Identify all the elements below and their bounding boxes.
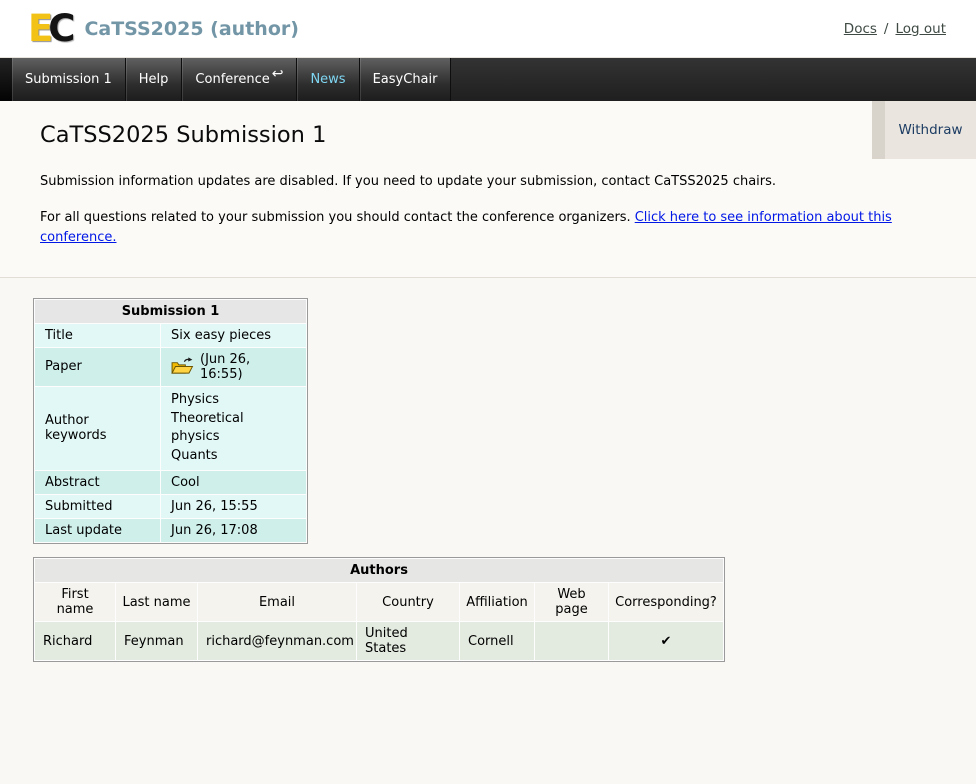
withdraw-link[interactable]: Withdraw <box>898 122 962 138</box>
table-row: Paper (Jun 26, 16:55) <box>35 348 306 386</box>
row-label-last-update: Last update <box>35 519 160 542</box>
row-value-paper: (Jun 26, 16:55) <box>161 348 306 386</box>
withdraw-tab-panel: Withdraw <box>885 101 976 159</box>
docs-link[interactable]: Docs <box>844 21 877 37</box>
table-row: Last update Jun 26, 17:08 <box>35 519 306 542</box>
nav-lead-spacer <box>0 58 12 101</box>
app-header: EC CaTSS2025 (author) Docs / Log out <box>0 0 976 58</box>
open-folder-download-icon[interactable] <box>171 357 194 376</box>
author-last-name: Feynman <box>116 622 197 660</box>
row-value-last-update: Jun 26, 17:08 <box>161 519 306 542</box>
logout-link[interactable]: Log out <box>895 21 946 37</box>
nav-item-help[interactable]: Help <box>126 58 183 101</box>
easychair-logo-icon: EC <box>28 10 70 47</box>
author-email: richard@feynman.com <box>198 622 356 660</box>
row-label-submitted: Submitted <box>35 495 160 518</box>
table-row: Authors <box>35 559 723 582</box>
contact-text: For all questions related to your submis… <box>40 210 631 225</box>
row-value-abstract: Cool <box>161 471 306 494</box>
table-row: Submitted Jun 26, 15:55 <box>35 495 306 518</box>
authors-header-row: First name Last name Email Country Affil… <box>35 583 723 621</box>
conference-role-title: CaTSS2025 (author) <box>84 18 298 40</box>
author-web-page <box>535 622 608 660</box>
table-row: Author keywords Physics Theoretical phys… <box>35 387 306 470</box>
col-corresponding: Corresponding? <box>609 583 723 621</box>
row-value-submitted: Jun 26, 15:55 <box>161 495 306 518</box>
keyword: Theoretical physics <box>171 410 296 448</box>
authors-table-title: Authors <box>35 559 723 582</box>
col-web-page: Web page <box>535 583 608 621</box>
author-country: United States <box>357 622 459 660</box>
authors-table: Authors First name Last name Email Count… <box>33 557 725 662</box>
submission-table: Submission 1 Title Six easy pieces Paper <box>33 298 308 544</box>
nav-item-easychair[interactable]: EasyChair <box>360 58 452 101</box>
withdraw-tab-edge <box>872 101 885 159</box>
logo-letter-e: E <box>28 7 48 50</box>
table-row: Title Six easy pieces <box>35 324 306 347</box>
row-value-keywords: Physics Theoretical physics Quants <box>161 387 306 470</box>
tables-section: Submission 1 Title Six easy pieces Paper <box>0 278 976 662</box>
col-email: Email <box>198 583 356 621</box>
col-country: Country <box>357 583 459 621</box>
link-separator: / <box>884 21 889 37</box>
row-label-keywords: Author keywords <box>35 387 160 470</box>
table-row: Abstract Cool <box>35 471 306 494</box>
row-label-abstract: Abstract <box>35 471 160 494</box>
keyword: Quants <box>171 447 296 466</box>
col-affiliation: Affiliation <box>460 583 534 621</box>
row-label-paper: Paper <box>35 348 160 386</box>
nav-item-submission-1[interactable]: Submission 1 <box>12 58 126 101</box>
withdraw-tab: Withdraw <box>872 101 976 159</box>
page-title: CaTSS2025 Submission 1 <box>40 101 976 148</box>
updates-disabled-notice: Submission information updates are disab… <box>40 172 925 192</box>
nav-item-news[interactable]: News <box>297 58 359 101</box>
row-label-title: Title <box>35 324 160 347</box>
submission-table-title: Submission 1 <box>35 300 306 323</box>
keyword: Physics <box>171 391 296 410</box>
row-value-title: Six easy pieces <box>161 324 306 347</box>
author-first-name: Richard <box>35 622 115 660</box>
intro-section: CaTSS2025 Submission 1 Submission inform… <box>0 101 976 277</box>
nav-item-conference[interactable]: Conference↩ <box>182 58 297 101</box>
logo-letter-c: C <box>48 7 70 50</box>
author-row: Richard Feynman richard@feynman.com Unit… <box>35 622 723 660</box>
brand-area: EC CaTSS2025 (author) <box>28 10 299 47</box>
main-nav: Submission 1 Help Conference↩ News EasyC… <box>0 58 976 101</box>
col-last-name: Last name <box>116 583 197 621</box>
table-row: Submission 1 <box>35 300 306 323</box>
author-affiliation: Cornell <box>460 622 534 660</box>
col-first-name: First name <box>35 583 115 621</box>
return-arrow-icon: ↩ <box>272 66 284 82</box>
nav-filler <box>451 58 976 101</box>
author-corresponding-checkmark: ✔ <box>609 622 723 660</box>
contact-paragraph: For all questions related to your submis… <box>40 208 925 277</box>
paper-timestamp: (Jun 26, 16:55) <box>200 352 296 382</box>
header-links: Docs / Log out <box>844 21 946 37</box>
